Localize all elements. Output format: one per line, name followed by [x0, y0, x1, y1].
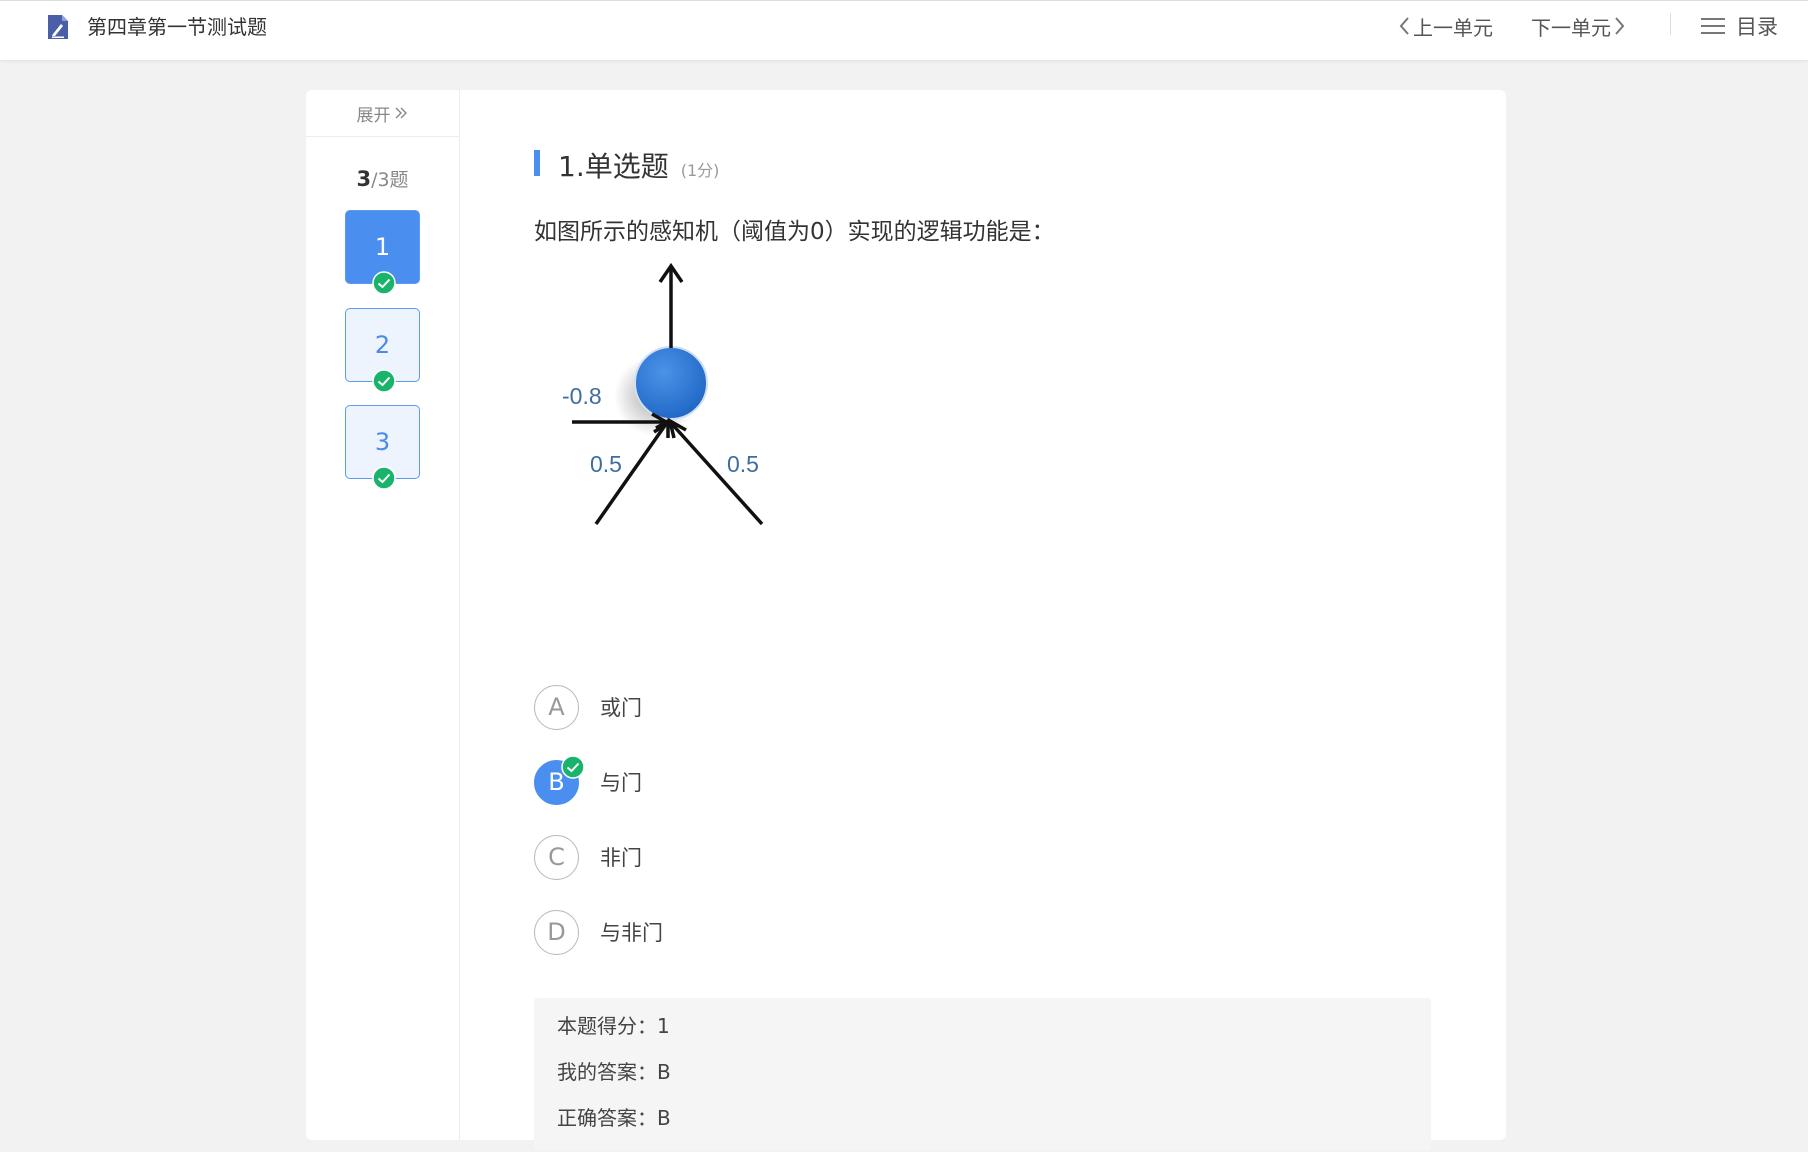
option-label: 非门 [600, 846, 642, 870]
right-weight-label: 0.5 [727, 451, 759, 477]
heading-accent-bar [534, 150, 540, 176]
option-letter-circle: A [534, 684, 579, 730]
question-nav-1[interactable]: 1 [345, 210, 420, 295]
top-bar: 第四章第一节测试题 上一单元 下一单元 目录 [0, 0, 1808, 60]
question-nav-3[interactable]: 3 [345, 405, 420, 490]
option-label: 与非门 [600, 921, 663, 945]
question-nav-2[interactable]: 2 [345, 308, 420, 393]
question-type: 1.单选题 [558, 150, 669, 183]
toc-label: 目录 [1736, 15, 1778, 39]
correct-answer-line: 正确答案：B [557, 1106, 671, 1130]
check-circle-icon [372, 466, 396, 490]
score-line: 本题得分：1 [557, 1014, 670, 1038]
bias-weight-label: -0.8 [562, 383, 602, 409]
toc-button[interactable]: 目录 [1700, 11, 1778, 41]
expand-button[interactable]: 展开 [306, 90, 459, 137]
double-chevron-right-icon [395, 107, 407, 119]
expand-label: 展开 [356, 105, 391, 126]
quiz-card: 展开 3/3题 1 2 3 1.单选题 (1分) 如图所示的感知机（阈值为0）实… [306, 90, 1506, 1150]
page-title: 第四章第一节测试题 [87, 15, 267, 39]
option-d[interactable]: D 与非门 [534, 909, 663, 955]
option-letter-circle: C [534, 834, 579, 880]
left-weight-label: 0.5 [590, 451, 622, 477]
option-b[interactable]: B 与门 [534, 754, 642, 805]
perceptron-diagram: -0.8 0.5 0.5 [562, 262, 764, 526]
check-circle-icon [372, 271, 396, 295]
option-letter: C [548, 843, 565, 871]
chevron-left-icon [1399, 17, 1409, 35]
prev-unit-label: 上一单元 [1413, 15, 1493, 40]
counter-total: /3题 [371, 169, 409, 191]
option-label: 或门 [600, 696, 642, 720]
question-heading: 1.单选题 (1分) [558, 145, 719, 185]
header-divider [1670, 13, 1671, 35]
question-score: (1分) [680, 161, 720, 180]
document-edit-icon [48, 15, 68, 39]
next-unit-button[interactable]: 下一单元 [1531, 11, 1627, 41]
counter-current: 3 [356, 167, 372, 191]
menu-icon [1701, 18, 1725, 34]
question-nav-label: 2 [374, 331, 391, 359]
option-letter-circle: D [534, 909, 579, 955]
check-circle-icon [561, 754, 585, 779]
option-letter: D [547, 918, 566, 946]
option-letter-circle: B [534, 754, 585, 805]
question-sidebar: 展开 3/3题 1 2 3 [306, 90, 460, 1140]
question-counter: 3/3题 [306, 165, 459, 193]
chevron-right-icon [1615, 17, 1625, 35]
next-unit-label: 下一单元 [1531, 15, 1611, 40]
question-text: 如图所示的感知机（阈值为0）实现的逻辑功能是： [534, 219, 1055, 245]
option-letter: A [548, 693, 565, 721]
neuron-node [634, 346, 708, 420]
question-nav-label: 3 [374, 428, 391, 456]
prev-unit-button[interactable]: 上一单元 [1397, 11, 1493, 41]
option-a[interactable]: A 或门 [534, 684, 642, 730]
option-c[interactable]: C 非门 [534, 834, 642, 880]
check-circle-icon [372, 369, 396, 393]
question-nav-label: 1 [374, 233, 391, 261]
result-panel: 本题得分：1 我的答案：B 正确答案：B [534, 998, 1431, 1150]
option-label: 与门 [600, 771, 642, 795]
question-content: 1.单选题 (1分) 如图所示的感知机（阈值为0）实现的逻辑功能是： -0.8 … [534, 90, 1434, 1150]
my-answer-line: 我的答案：B [557, 1060, 671, 1084]
